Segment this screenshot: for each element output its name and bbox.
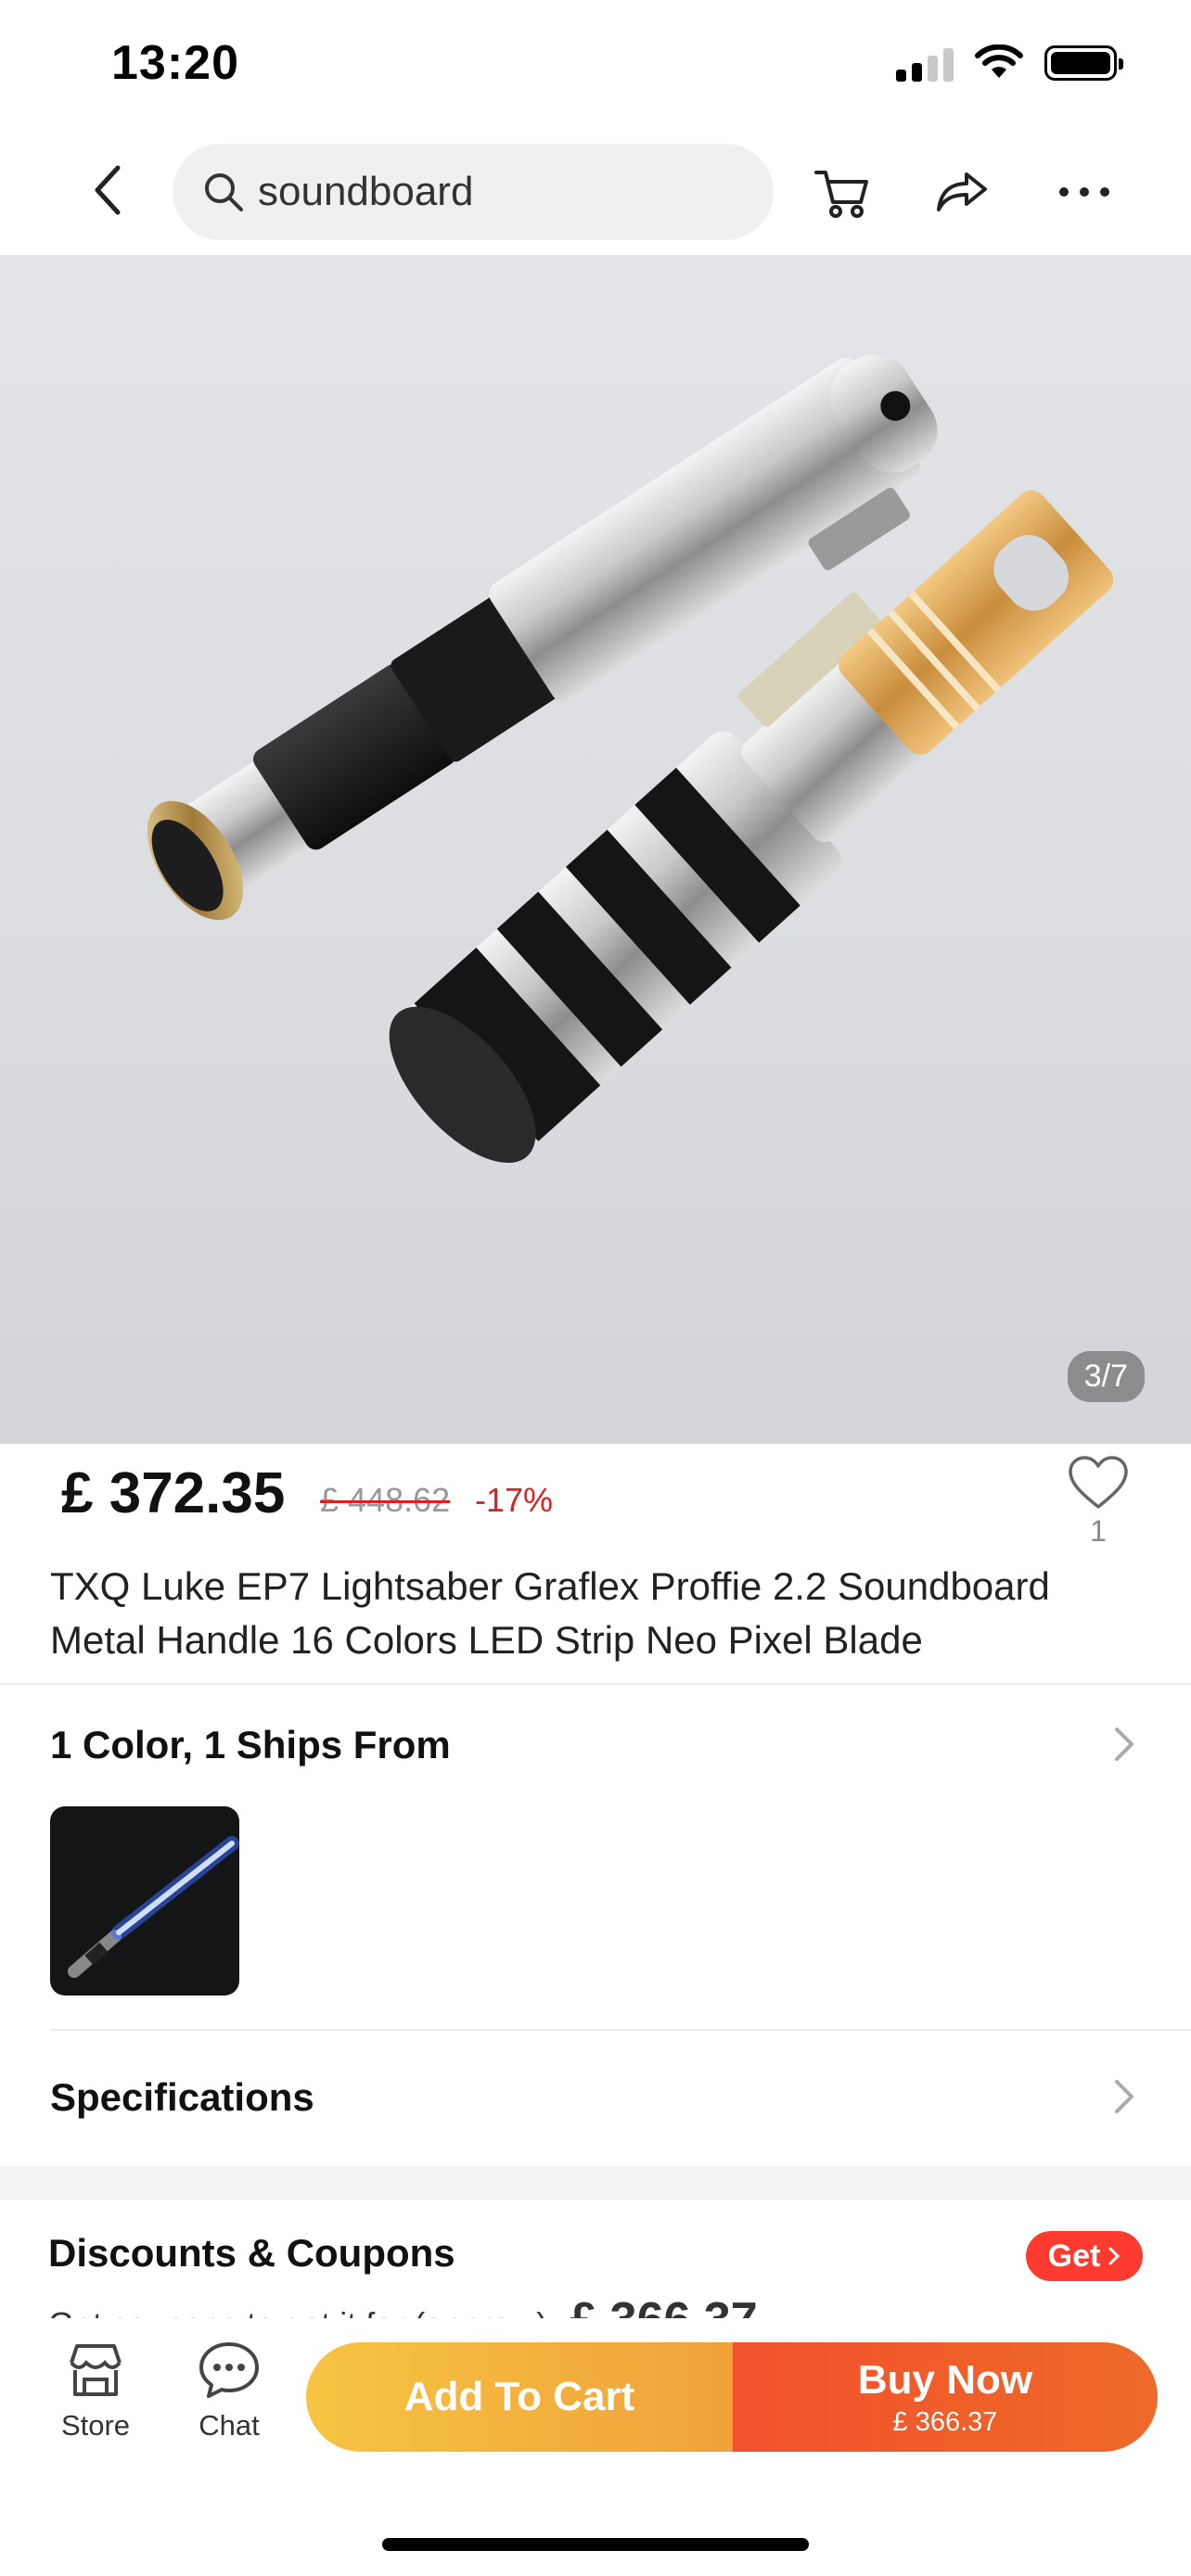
search-input[interactable] bbox=[258, 169, 740, 215]
more-button[interactable] bbox=[1050, 158, 1119, 226]
divider bbox=[0, 1683, 1191, 1685]
wishlist-button[interactable]: 1 bbox=[1057, 1455, 1139, 1549]
cellular-signal-icon bbox=[896, 45, 954, 82]
share-button[interactable] bbox=[928, 158, 996, 226]
chat-icon bbox=[199, 2342, 259, 2398]
wishlist-count: 1 bbox=[1090, 1514, 1107, 1548]
specifications-chevron-button[interactable] bbox=[1108, 2075, 1141, 2118]
store-tab[interactable]: Store bbox=[45, 2340, 147, 2442]
status-bar: 13:20 bbox=[0, 0, 1191, 130]
share-icon bbox=[937, 172, 987, 211]
section-separator bbox=[0, 2166, 1191, 2200]
coupon-line: Get coupons to get it for (approx.) £ 36… bbox=[48, 2292, 758, 2318]
product-title: TXQ Luke EP7 Lightsaber Graflex Proffie … bbox=[50, 1564, 1050, 1662]
chevron-right-icon bbox=[1108, 2247, 1121, 2265]
buy-now-label: Buy Now bbox=[857, 2356, 1033, 2403]
nav-bar bbox=[0, 130, 1191, 255]
search-icon bbox=[205, 173, 243, 211]
cart-icon bbox=[814, 171, 868, 218]
store-icon bbox=[70, 2344, 122, 2396]
variants-chevron-button[interactable] bbox=[1108, 1723, 1141, 1766]
coupon-text: Get coupons to get it for (approx.) bbox=[48, 2305, 547, 2318]
variants-heading[interactable]: 1 Color, 1 Ships From bbox=[50, 1723, 451, 1767]
lightsaber-thumbnail-image bbox=[68, 1836, 239, 1978]
price-row: £ 372.35 £ 448.62 -17% 1 bbox=[0, 1444, 1191, 1564]
search-bar[interactable] bbox=[173, 144, 774, 240]
back-chevron-icon bbox=[95, 165, 121, 215]
more-icon bbox=[1059, 187, 1109, 197]
back-button[interactable] bbox=[74, 158, 139, 223]
divider bbox=[50, 2029, 1191, 2031]
chat-tab[interactable]: Chat bbox=[178, 2340, 280, 2442]
status-icons bbox=[896, 45, 1123, 82]
battery-icon bbox=[1044, 45, 1123, 81]
image-counter: 3/7 bbox=[1067, 1351, 1145, 1402]
product-image-gallery[interactable]: 3/7 bbox=[0, 255, 1191, 1444]
variant-thumbnail[interactable] bbox=[50, 1806, 239, 1996]
discounts-heading: Discounts & Coupons bbox=[48, 2231, 455, 2275]
current-price: £ 372.35 bbox=[61, 1461, 286, 1525]
specifications-heading[interactable]: Specifications bbox=[50, 2075, 314, 2120]
add-to-cart-button[interactable]: Add To Cart bbox=[306, 2342, 733, 2452]
original-price: £ 448.62 bbox=[320, 1481, 451, 1519]
chevron-right-icon bbox=[1115, 1728, 1133, 1761]
get-coupon-button[interactable]: Get bbox=[1026, 2231, 1143, 2281]
add-to-cart-label: Add To Cart bbox=[403, 2374, 635, 2419]
buy-now-button[interactable]: Buy Now £ 366.37 bbox=[733, 2342, 1158, 2452]
status-time: 13:20 bbox=[111, 36, 239, 90]
chevron-right-icon bbox=[1115, 2080, 1133, 2113]
chat-label: Chat bbox=[198, 2409, 260, 2442]
discount-badge: -17% bbox=[475, 1481, 554, 1519]
cart-button[interactable] bbox=[807, 158, 876, 226]
heart-icon bbox=[1069, 1456, 1128, 1509]
home-indicator[interactable] bbox=[382, 2538, 809, 2551]
store-label: Store bbox=[60, 2409, 131, 2442]
wifi-icon bbox=[975, 45, 1023, 78]
discounts-section: Discounts & Coupons Get Get coupons to g… bbox=[0, 2200, 1191, 2318]
product-photo bbox=[147, 354, 1114, 1164]
coupon-amount: £ 366.37 bbox=[570, 2293, 757, 2318]
get-coupon-label: Get bbox=[1047, 2238, 1101, 2274]
buy-now-price: £ 366.37 bbox=[892, 2406, 998, 2437]
